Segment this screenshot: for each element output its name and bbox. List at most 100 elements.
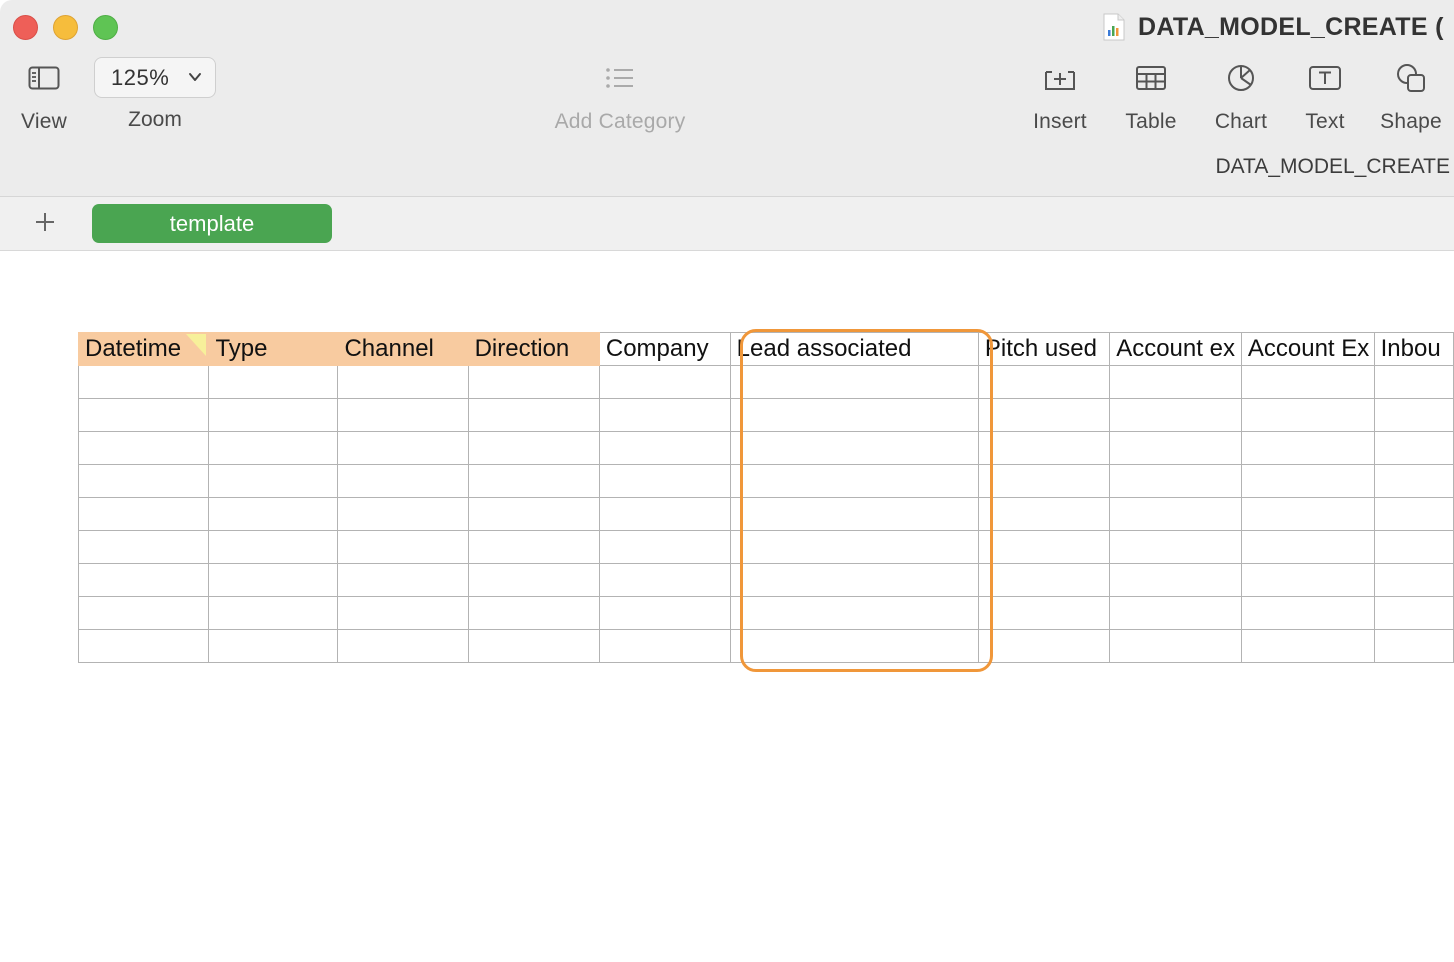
- table-cell[interactable]: [977, 596, 1111, 630]
- table-cell[interactable]: [729, 365, 979, 399]
- table-cell[interactable]: [208, 464, 339, 498]
- header-cell[interactable]: Lead associated: [729, 332, 979, 366]
- table-cell[interactable]: [1109, 629, 1242, 663]
- table-cell[interactable]: [598, 398, 731, 432]
- table-cell[interactable]: [1109, 431, 1242, 465]
- table-cell[interactable]: [77, 431, 210, 465]
- table-cell[interactable]: [337, 563, 469, 597]
- table-cell[interactable]: [1240, 629, 1375, 663]
- table-cell[interactable]: [467, 398, 600, 432]
- table-cell[interactable]: [1373, 497, 1454, 531]
- shape-button[interactable]: Shape: [1374, 56, 1448, 134]
- table-cell[interactable]: [467, 563, 600, 597]
- table-cell[interactable]: [208, 530, 339, 564]
- table-cell[interactable]: [977, 530, 1111, 564]
- header-cell[interactable]: Direction: [467, 332, 600, 366]
- table-cell[interactable]: [337, 398, 469, 432]
- table-cell[interactable]: [598, 464, 731, 498]
- table-cell[interactable]: [467, 365, 600, 399]
- table-cell[interactable]: [1373, 464, 1454, 498]
- table-button[interactable]: Table: [1117, 56, 1185, 134]
- table-cell[interactable]: [1240, 365, 1375, 399]
- table-cell[interactable]: [77, 464, 210, 498]
- table-cell[interactable]: [729, 497, 979, 531]
- window-close-button[interactable]: [13, 15, 38, 40]
- insert-button[interactable]: Insert: [1024, 56, 1096, 134]
- table-cell[interactable]: [1240, 530, 1375, 564]
- table-cell[interactable]: [977, 431, 1111, 465]
- table-cell[interactable]: [337, 596, 469, 630]
- table-cell[interactable]: [598, 596, 731, 630]
- table-cell[interactable]: [1109, 365, 1242, 399]
- table-cell[interactable]: [1240, 431, 1375, 465]
- table-cell[interactable]: [598, 530, 731, 564]
- table-cell[interactable]: [208, 629, 339, 663]
- table-cell[interactable]: [1373, 563, 1454, 597]
- table-cell[interactable]: [208, 563, 339, 597]
- table-cell[interactable]: [1373, 398, 1454, 432]
- table-cell[interactable]: [208, 596, 339, 630]
- header-cell[interactable]: Company: [598, 332, 731, 366]
- view-button[interactable]: View: [14, 56, 74, 134]
- table-cell[interactable]: [77, 365, 210, 399]
- table-cell[interactable]: [77, 596, 210, 630]
- zoom-dropdown[interactable]: 125%: [94, 57, 216, 98]
- comment-indicator[interactable]: [186, 334, 206, 356]
- table-cell[interactable]: [467, 629, 600, 663]
- table-cell[interactable]: [1373, 596, 1454, 630]
- window-zoom-button[interactable]: [93, 15, 118, 40]
- table-cell[interactable]: [1109, 398, 1242, 432]
- table-cell[interactable]: [1240, 398, 1375, 432]
- table-cell[interactable]: [1240, 497, 1375, 531]
- table-cell[interactable]: [1373, 365, 1454, 399]
- table-cell[interactable]: [729, 563, 979, 597]
- table-cell[interactable]: [337, 365, 469, 399]
- header-cell[interactable]: Inbou: [1373, 332, 1454, 366]
- table-cell[interactable]: [208, 497, 339, 531]
- table-cell[interactable]: [598, 497, 731, 531]
- table-cell[interactable]: [977, 398, 1111, 432]
- table-cell[interactable]: [977, 563, 1111, 597]
- table-cell[interactable]: [77, 563, 210, 597]
- table-cell[interactable]: [337, 497, 469, 531]
- table-cell[interactable]: [1109, 596, 1242, 630]
- table-cell[interactable]: [598, 563, 731, 597]
- header-cell[interactable]: Account ex: [1109, 332, 1242, 366]
- table-cell[interactable]: [208, 398, 339, 432]
- table-cell[interactable]: [729, 629, 979, 663]
- table-cell[interactable]: [337, 464, 469, 498]
- table-cell[interactable]: [467, 431, 600, 465]
- table-cell[interactable]: [467, 497, 600, 531]
- header-cell[interactable]: Channel: [337, 332, 469, 366]
- chart-button[interactable]: Chart: [1206, 56, 1276, 134]
- table-cell[interactable]: [1109, 563, 1242, 597]
- table-cell[interactable]: [208, 431, 339, 465]
- table-cell[interactable]: [1373, 431, 1454, 465]
- table-cell[interactable]: [1240, 596, 1375, 630]
- table-cell[interactable]: [729, 464, 979, 498]
- sheet-tab-template[interactable]: template: [92, 204, 332, 243]
- table-cell[interactable]: [1109, 497, 1242, 531]
- header-cell[interactable]: Pitch used: [977, 332, 1111, 366]
- table-cell[interactable]: [337, 629, 469, 663]
- add-sheet-button[interactable]: [30, 207, 60, 237]
- table-cell[interactable]: [1240, 464, 1375, 498]
- table-cell[interactable]: [1373, 629, 1454, 663]
- header-cell[interactable]: Type: [208, 332, 339, 366]
- table-cell[interactable]: [729, 530, 979, 564]
- add-category-button[interactable]: Add Category: [540, 56, 700, 134]
- table-cell[interactable]: [977, 629, 1111, 663]
- table-cell[interactable]: [977, 497, 1111, 531]
- table-cell[interactable]: [77, 497, 210, 531]
- table-cell[interactable]: [729, 398, 979, 432]
- table-cell[interactable]: [467, 530, 600, 564]
- table-cell[interactable]: [208, 365, 339, 399]
- table-cell[interactable]: [467, 464, 600, 498]
- table-cell[interactable]: [77, 398, 210, 432]
- table-cell[interactable]: [1373, 530, 1454, 564]
- table-cell[interactable]: [1109, 530, 1242, 564]
- table-cell[interactable]: [337, 431, 469, 465]
- header-cell[interactable]: Account Ex: [1240, 332, 1375, 366]
- table-cell[interactable]: [598, 431, 731, 465]
- table-cell[interactable]: [467, 596, 600, 630]
